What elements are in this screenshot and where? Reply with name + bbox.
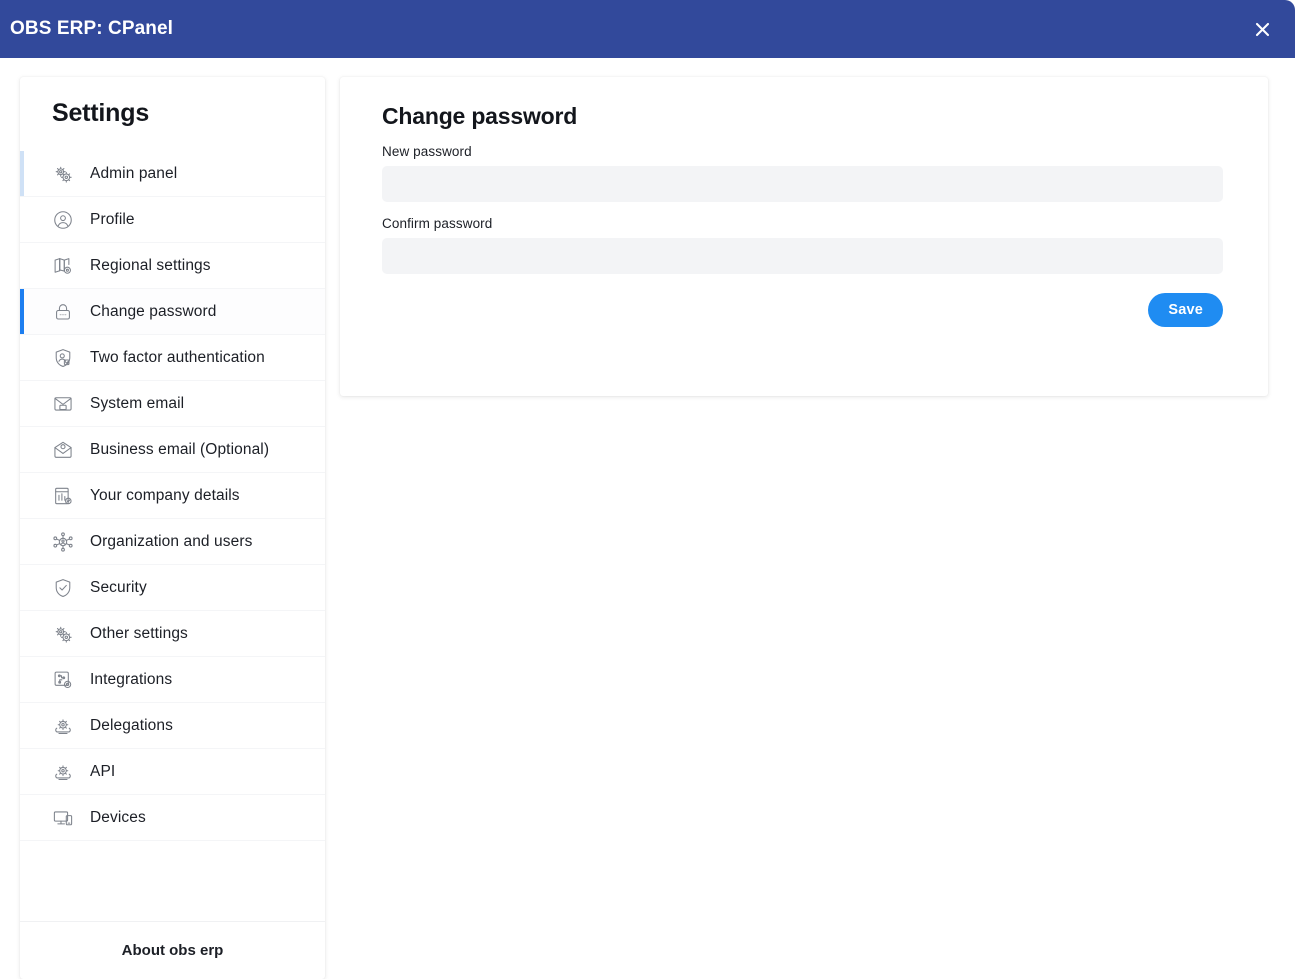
sidebar-item-other-settings[interactable]: Other settings: [20, 611, 325, 657]
sidebar-item-label: Delegations: [90, 716, 173, 734]
confirm-password-input[interactable]: [382, 238, 1223, 274]
sidebar-item-change-password[interactable]: Change password: [20, 289, 325, 335]
sidebar-item-accent: [20, 335, 24, 380]
sidebar-item-label: Change password: [90, 302, 217, 320]
sidebar-item-label: Organization and users: [90, 532, 253, 550]
change-password-form: New password Confirm password: [340, 130, 1268, 288]
page-title: Change password: [382, 103, 578, 129]
sidebar-title: Settings: [52, 99, 150, 127]
sidebar-item-admin-panel[interactable]: Admin panel: [20, 151, 325, 197]
about-obs-erp-label: About obs erp: [121, 942, 224, 959]
sidebar-item-accent: [20, 427, 24, 472]
sidebar-item-label: Your company details: [90, 486, 240, 504]
gears-icon: [52, 163, 74, 185]
monitor-icon: [52, 807, 74, 829]
field-label: New password: [382, 144, 472, 159]
shield-check-icon: [52, 577, 74, 599]
sidebar-item-label: Business email (Optional): [90, 440, 270, 458]
sidebar-item-api[interactable]: API: [20, 749, 325, 795]
sidebar-item-accent: [20, 151, 24, 196]
sidebar-item-label: Other settings: [90, 624, 188, 642]
shield-user-icon: [52, 347, 74, 369]
sidebar-item-accent: [20, 749, 24, 794]
sidebar-item-accent: [20, 795, 24, 840]
settings-nav: Admin panel Profile Regional settings Ch…: [20, 151, 325, 841]
sidebar-item-label: API: [90, 762, 116, 780]
sidebar-item-delegations[interactable]: Delegations: [20, 703, 325, 749]
sidebar-item-accent: [20, 657, 24, 702]
building-icon: [52, 485, 74, 507]
change-password-card: Change password New password Confirm pass…: [340, 77, 1268, 396]
puzzle-gear-icon: [52, 669, 74, 691]
sidebar-item-integrations[interactable]: Integrations: [20, 657, 325, 703]
sidebar-item-accent: [20, 243, 24, 288]
window-title: OBS ERP: CPanel: [10, 18, 174, 39]
gears-icon: [52, 623, 74, 645]
close-button[interactable]: [1239, 6, 1285, 52]
sidebar-item-business-email-optional[interactable]: Business email (Optional): [20, 427, 325, 473]
close-icon: [1254, 21, 1271, 38]
sidebar-item-accent: [20, 197, 24, 242]
sidebar-item-label: Two factor authentication: [90, 348, 265, 366]
app-shell: Settings Admin panel Profile Regional se…: [0, 58, 1295, 979]
cloud-gear-icon: [52, 715, 74, 737]
sidebar-item-accent: [20, 703, 24, 748]
settings-sidebar: Settings Admin panel Profile Regional se…: [20, 77, 325, 979]
sidebar-item-devices[interactable]: Devices: [20, 795, 325, 841]
sidebar-item-accent: [20, 289, 24, 334]
sidebar-item-label: System email: [90, 394, 185, 412]
envelope-screen-icon: [52, 393, 74, 415]
sidebar-item-security[interactable]: Security: [20, 565, 325, 611]
sidebar-item-label: Admin panel: [90, 164, 178, 182]
sidebar-item-system-email[interactable]: System email: [20, 381, 325, 427]
envelope-open-icon: [52, 439, 74, 461]
window-titlebar: OBS ERP: CPanel: [0, 0, 1295, 58]
sidebar-item-accent: [20, 381, 24, 426]
sidebar-item-accent: [20, 473, 24, 518]
map-gear-icon: [52, 255, 74, 277]
save-button[interactable]: Save: [1148, 293, 1223, 327]
sidebar-item-profile[interactable]: Profile: [20, 197, 325, 243]
field-label: Confirm password: [382, 216, 493, 231]
sidebar-item-label: Devices: [90, 808, 146, 826]
sidebar-item-two-factor-authentication[interactable]: Two factor authentication: [20, 335, 325, 381]
sidebar-item-organization-and-users[interactable]: Organization and users: [20, 519, 325, 565]
sidebar-item-accent: [20, 565, 24, 610]
new-password-input[interactable]: [382, 166, 1223, 202]
sidebar-item-accent: [20, 519, 24, 564]
sidebar-item-accent: [20, 611, 24, 656]
cloud-gear-icon: [52, 761, 74, 783]
network-users-icon: [52, 531, 74, 553]
sidebar-item-label: Profile: [90, 210, 135, 228]
form-actions: Save: [340, 288, 1268, 327]
sidebar-item-label: Integrations: [90, 670, 173, 688]
about-obs-erp-link[interactable]: About obs erp: [20, 921, 325, 979]
lock-icon: [52, 301, 74, 323]
sidebar-item-your-company-details[interactable]: Your company details: [20, 473, 325, 519]
sidebar-item-regional-settings[interactable]: Regional settings: [20, 243, 325, 289]
sidebar-item-label: Security: [90, 578, 147, 596]
user-circle-icon: [52, 209, 74, 231]
sidebar-item-label: Regional settings: [90, 256, 211, 274]
